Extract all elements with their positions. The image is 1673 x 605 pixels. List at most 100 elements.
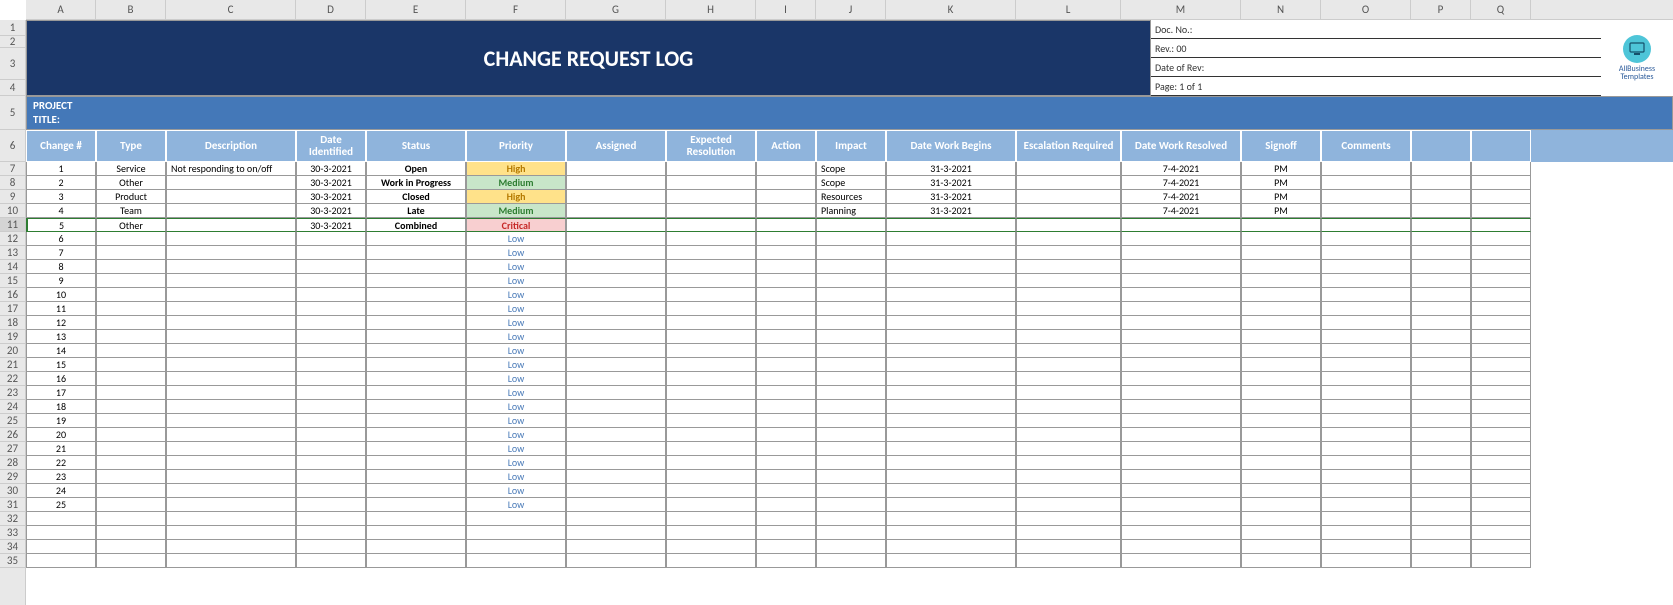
row-header-32[interactable]: 32 — [0, 512, 25, 526]
cell[interactable]: Team — [96, 204, 166, 218]
cell[interactable] — [566, 218, 666, 232]
cell[interactable] — [1016, 540, 1121, 554]
cell[interactable] — [1016, 414, 1121, 428]
cell[interactable] — [1241, 344, 1321, 358]
cell[interactable] — [1321, 218, 1411, 232]
cell[interactable] — [296, 358, 366, 372]
cell[interactable] — [296, 246, 366, 260]
cell[interactable]: Low — [466, 330, 566, 344]
cell[interactable] — [816, 512, 886, 526]
table-row[interactable] — [26, 512, 1673, 526]
cell[interactable] — [1321, 526, 1411, 540]
cell[interactable] — [666, 442, 756, 456]
cell[interactable] — [756, 554, 816, 568]
row-header-33[interactable]: 33 — [0, 526, 25, 540]
cell[interactable] — [96, 232, 166, 246]
cell[interactable] — [816, 484, 886, 498]
table-row[interactable]: 18Low — [26, 400, 1673, 414]
cell[interactable] — [886, 400, 1016, 414]
cell[interactable] — [566, 540, 666, 554]
cell[interactable] — [666, 330, 756, 344]
cell[interactable] — [1471, 176, 1531, 190]
cell[interactable] — [1321, 372, 1411, 386]
cell[interactable] — [1241, 232, 1321, 246]
cell[interactable] — [1016, 554, 1121, 568]
cell[interactable] — [1411, 386, 1471, 400]
row-header-8[interactable]: 8 — [0, 176, 25, 190]
cell[interactable] — [366, 498, 466, 512]
cell[interactable] — [166, 330, 296, 344]
cell[interactable] — [666, 358, 756, 372]
cell[interactable] — [366, 232, 466, 246]
cell[interactable]: 4 — [26, 204, 96, 218]
row-header-28[interactable]: 28 — [0, 456, 25, 470]
cell[interactable] — [1411, 162, 1471, 176]
cell[interactable] — [166, 288, 296, 302]
col-header-F[interactable]: F — [466, 0, 566, 19]
cell[interactable] — [666, 246, 756, 260]
cell[interactable] — [756, 190, 816, 204]
cell[interactable] — [1016, 456, 1121, 470]
row-header-16[interactable]: 16 — [0, 288, 25, 302]
row-header-12[interactable]: 12 — [0, 232, 25, 246]
header-description[interactable]: Description — [166, 130, 296, 162]
cell[interactable]: Low — [466, 274, 566, 288]
col-header-A[interactable]: A — [26, 0, 96, 19]
cell[interactable] — [366, 414, 466, 428]
cell[interactable] — [756, 470, 816, 484]
cell[interactable] — [1471, 274, 1531, 288]
cell[interactable]: PM — [1241, 176, 1321, 190]
cell[interactable] — [166, 302, 296, 316]
cell[interactable]: Low — [466, 302, 566, 316]
cell[interactable] — [1411, 414, 1471, 428]
cell[interactable] — [566, 316, 666, 330]
cell[interactable]: Low — [466, 386, 566, 400]
cell[interactable] — [166, 316, 296, 330]
cell[interactable]: Product — [96, 190, 166, 204]
cell[interactable] — [756, 428, 816, 442]
table-row[interactable] — [26, 554, 1673, 568]
cell[interactable]: 30-3-2021 — [296, 162, 366, 176]
cell[interactable] — [1471, 162, 1531, 176]
row-header-24[interactable]: 24 — [0, 400, 25, 414]
table-row[interactable]: 19Low — [26, 414, 1673, 428]
cell[interactable] — [566, 470, 666, 484]
cell[interactable]: PM — [1241, 204, 1321, 218]
cell[interactable] — [1321, 540, 1411, 554]
cell[interactable] — [166, 400, 296, 414]
cell[interactable] — [96, 540, 166, 554]
col-header-J[interactable]: J — [816, 0, 886, 19]
header-date-work-begins[interactable]: Date Work Begins — [886, 130, 1016, 162]
cell[interactable] — [366, 386, 466, 400]
cell[interactable]: 31-3-2021 — [886, 190, 1016, 204]
cell[interactable] — [816, 386, 886, 400]
cell[interactable]: Low — [466, 344, 566, 358]
cell[interactable] — [756, 330, 816, 344]
cell[interactable] — [1121, 456, 1241, 470]
cell[interactable] — [816, 540, 886, 554]
cell[interactable] — [296, 274, 366, 288]
meta-date-rev[interactable]: Date of Rev: — [1151, 58, 1601, 77]
cell[interactable] — [756, 302, 816, 316]
cell[interactable] — [466, 554, 566, 568]
cell[interactable] — [1321, 176, 1411, 190]
cell[interactable] — [1411, 316, 1471, 330]
cell[interactable] — [466, 512, 566, 526]
cell[interactable] — [96, 288, 166, 302]
cell[interactable] — [1411, 372, 1471, 386]
row-header-15[interactable]: 15 — [0, 274, 25, 288]
cell[interactable]: Low — [466, 442, 566, 456]
cell[interactable] — [1241, 554, 1321, 568]
cell[interactable] — [1471, 190, 1531, 204]
header-impact[interactable]: Impact — [816, 130, 886, 162]
cell[interactable] — [886, 330, 1016, 344]
header-action[interactable]: Action — [756, 130, 816, 162]
cell[interactable] — [566, 498, 666, 512]
cell[interactable] — [566, 554, 666, 568]
cell[interactable]: 25 — [26, 498, 96, 512]
cell[interactable] — [666, 162, 756, 176]
grid-area[interactable]: CHANGE REQUEST LOG Doc. No.: Rev.: 00 Da… — [26, 20, 1673, 605]
cell[interactable] — [1241, 526, 1321, 540]
cell[interactable] — [1411, 358, 1471, 372]
cell[interactable] — [1321, 554, 1411, 568]
